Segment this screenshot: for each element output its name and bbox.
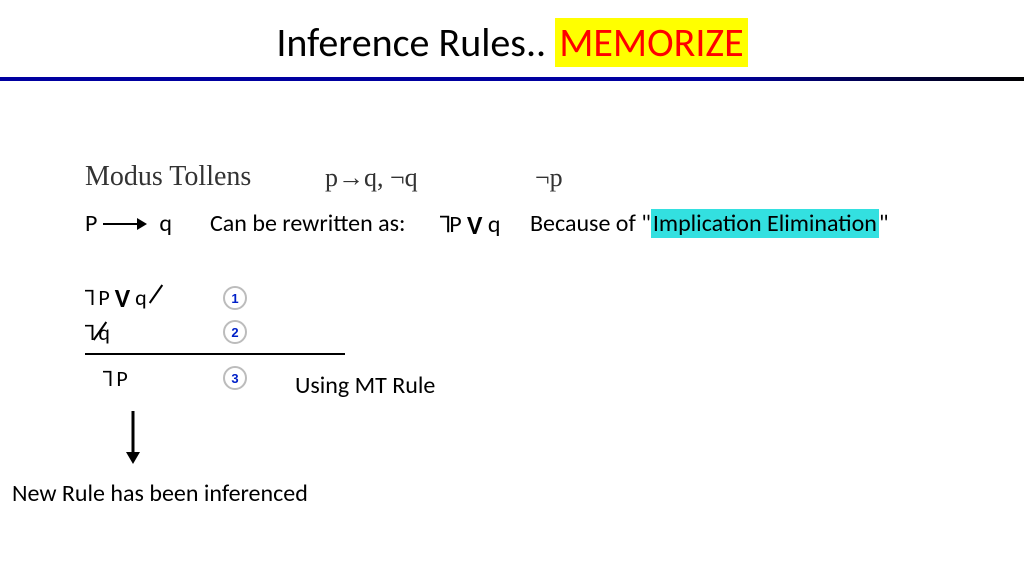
implication-lhs: P — [85, 209, 97, 238]
using-mt-label: Using MT Rule — [295, 371, 435, 400]
proof-expr-3: ˥ P — [85, 365, 205, 392]
slide-content: Modus Tollens p→q, ¬q ¬p P q Can be rewr… — [0, 81, 1024, 561]
vee-symbol: V — [467, 209, 482, 241]
arrow-right-icon — [103, 217, 153, 231]
title-memorize: MEMORIZE — [555, 18, 747, 67]
proof-horizontal-rule — [85, 353, 345, 355]
implication-rhs: q — [159, 209, 172, 238]
step-number-2: 2 — [223, 320, 247, 344]
rule-name: Modus Tollens — [85, 161, 251, 193]
proof-expr-1: ˥ P V q — [85, 282, 205, 314]
proof1-prefix: ˥ P — [85, 284, 115, 311]
because-suffix: " — [879, 209, 889, 238]
proof-line-2: ˥ q 2 — [85, 315, 345, 349]
top-conclusion: ¬p — [535, 163, 563, 193]
title-main: Inference Rules.. — [276, 18, 555, 67]
step-number-1: 1 — [223, 286, 247, 310]
proof-expr-2: ˥ q — [85, 319, 205, 346]
because-text: Because of "Implication Elimination" — [530, 209, 889, 238]
top-premises: p→q, ¬q — [325, 163, 418, 193]
rewrite-expression: ˥P V q — [440, 209, 500, 241]
implication-elimination-highlight: Implication Elimination — [651, 209, 879, 238]
proof1-vee: V — [115, 282, 130, 314]
implication-row: P q — [85, 209, 172, 238]
because-prefix: Because of " — [530, 209, 651, 238]
step-number-3: 3 — [223, 366, 247, 390]
rewrite-suffix: q — [482, 210, 500, 239]
proof-line-1: ˥ P V q 1 — [85, 281, 345, 315]
rewrite-label: Can be rewritten as: — [210, 209, 405, 238]
slide-title: Inference Rules.. MEMORIZE — [0, 0, 1024, 67]
rewrite-prefix: ˥P — [440, 210, 467, 239]
arrow-down-icon — [126, 411, 140, 471]
inferenced-label: New Rule has been inferenced — [12, 479, 308, 508]
proof1-suffix: q — [130, 284, 147, 311]
